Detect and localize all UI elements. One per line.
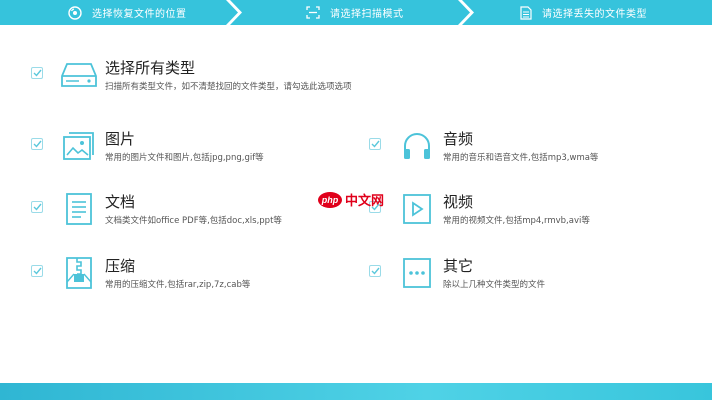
list-icon[interactable] <box>245 395 261 414</box>
option-title: 其它 <box>443 257 474 275</box>
globe-icon[interactable] <box>38 395 54 414</box>
checkbox-documents[interactable] <box>31 201 43 213</box>
step-select-file-type[interactable]: 请选择丢失的文件类型 <box>462 0 712 25</box>
watermark-text: 中文网 <box>345 194 385 209</box>
document-list-icon <box>60 190 98 228</box>
window-icon[interactable] <box>138 395 156 414</box>
option-all-types[interactable]: 选择所有类型 扫描所有类型文件，如不清楚找回的文件类型，请勾选此选项选项 <box>31 56 352 94</box>
checkbox-images[interactable] <box>31 138 43 150</box>
option-title: 音频 <box>443 130 474 148</box>
checkbox-audio[interactable] <box>369 138 381 150</box>
option-other[interactable]: 其它 除以上几种文件类型的文件 <box>369 254 545 292</box>
bottom-toolbar <box>0 383 712 411</box>
watermark-logo: php <box>318 191 342 208</box>
option-description: 除以上几种文件类型的文件 <box>443 280 546 290</box>
step-label: 选择恢复文件的位置 <box>92 9 187 20</box>
checkbox-archives[interactable] <box>31 265 43 277</box>
step-label: 请选择扫描模式 <box>330 9 404 20</box>
option-images[interactable]: 图片 常用的图片文件和图片,包括jpg,png,gif等 <box>31 127 264 165</box>
option-title: 文档 <box>105 193 136 211</box>
option-documents[interactable]: 文档 文档类文件如office PDF等,包括doc,xls,ppt等 <box>31 190 282 228</box>
image-icon <box>60 127 98 165</box>
document-icon <box>520 5 532 20</box>
step-progress-bar: 选择恢复文件的位置 请选择扫描模式 请选择丢失的文件类型 <box>0 0 712 25</box>
step-select-location[interactable]: 选择恢复文件的位置 <box>0 0 238 25</box>
option-video[interactable]: 视频 常用的视频文件,包括mp4,rmvb,avi等 <box>369 190 590 228</box>
step-label: 请选择丢失的文件类型 <box>542 9 647 20</box>
option-title: 压缩 <box>105 257 136 275</box>
option-description: 常用的压缩文件,包括rar,zip,7z,cab等 <box>105 280 251 290</box>
more-icon <box>398 254 436 292</box>
option-title: 选择所有类型 <box>105 59 196 77</box>
option-description: 常用的音乐和语音文件,包括mp3,wma等 <box>443 153 599 163</box>
option-description: 文档类文件如office PDF等,包括doc,xls,ppt等 <box>105 216 282 226</box>
option-description: 扫描所有类型文件，如不清楚找回的文件类型，请勾选此选项选项 <box>105 82 352 92</box>
option-archives[interactable]: 压缩 常用的压缩文件,包括rar,zip,7z,cab等 <box>31 254 250 292</box>
disc-icon <box>68 5 82 20</box>
scan-icon <box>306 6 320 19</box>
option-description: 常用的图片文件和图片,包括jpg,png,gif等 <box>105 153 264 163</box>
checkbox-other[interactable] <box>369 265 381 277</box>
option-title: 视频 <box>443 193 474 211</box>
option-description: 常用的视频文件,包括mp4,rmvb,avi等 <box>443 216 590 226</box>
archive-icon <box>60 254 98 292</box>
watermark: php 中文网 <box>318 190 384 209</box>
video-play-icon <box>398 190 436 228</box>
drive-icon <box>60 56 98 94</box>
option-audio[interactable]: 音频 常用的音乐和语音文件,包括mp3,wma等 <box>369 127 598 165</box>
checkbox-all-types[interactable] <box>31 67 43 79</box>
step-select-scan-mode[interactable]: 请选择扫描模式 <box>230 0 470 25</box>
option-title: 图片 <box>105 130 136 148</box>
headphones-icon <box>398 127 436 165</box>
